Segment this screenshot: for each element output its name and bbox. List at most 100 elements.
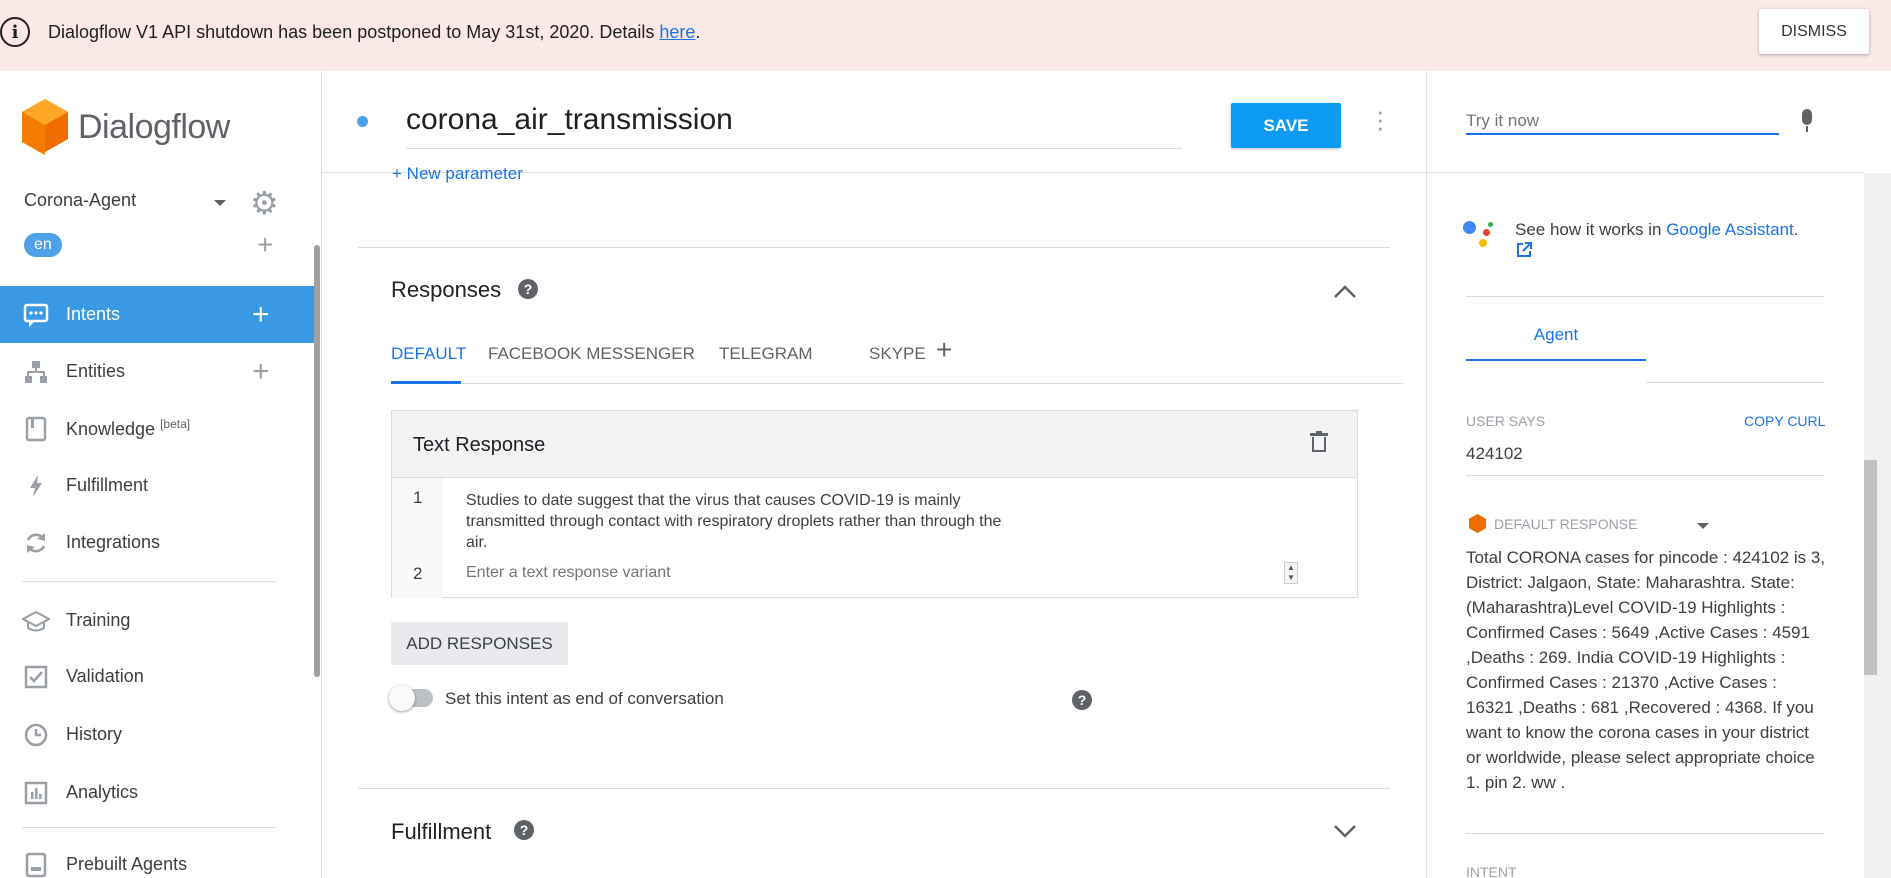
chat-icon bbox=[22, 301, 50, 329]
dialogflow-small-icon bbox=[1469, 514, 1486, 533]
intent-name-field[interactable]: corona_air_transmission bbox=[406, 103, 1182, 149]
agent-name: Corona-Agent bbox=[24, 190, 137, 210]
chevron-down-icon[interactable] bbox=[1332, 819, 1358, 845]
agent-selector[interactable]: Corona-Agent ⚙ bbox=[24, 185, 284, 221]
sidebar-item-knowledge[interactable]: Knowledge [beta] bbox=[0, 400, 315, 457]
intent-header: corona_air_transmission SAVE · · · bbox=[322, 71, 1426, 173]
scrollbar-thumb[interactable] bbox=[1864, 460, 1877, 675]
tab-underline-rest bbox=[1646, 382, 1824, 383]
sidebar-item-intents[interactable]: Intents + bbox=[0, 286, 315, 343]
fulfillment-title: Fulfillment bbox=[391, 819, 492, 844]
save-button[interactable]: SAVE bbox=[1231, 103, 1341, 148]
user-says-value: 424102 bbox=[1466, 444, 1523, 463]
sidebar-item-prebuilt-agents[interactable]: Prebuilt Agents bbox=[0, 836, 315, 878]
add-platform-icon[interactable]: + bbox=[936, 334, 952, 366]
tab-telegram[interactable]: TELEGRAM bbox=[719, 338, 813, 384]
sidebar-item-integrations[interactable]: Integrations bbox=[0, 514, 315, 571]
text-response-header: Text Response bbox=[392, 411, 1357, 478]
refresh-icon bbox=[22, 529, 50, 557]
copy-curl-link[interactable]: COPY CURL bbox=[1744, 413, 1825, 429]
info-icon: i bbox=[0, 17, 30, 47]
chevron-down-icon[interactable] bbox=[1697, 523, 1709, 529]
default-response-label: DEFAULT RESPONSE bbox=[1494, 516, 1638, 532]
default-response-text: Total CORONA cases for pincode : 424102 … bbox=[1466, 548, 1826, 792]
chevron-up-icon[interactable] bbox=[1332, 279, 1358, 305]
response-tabs: DEFAULT FACEBOOK MESSENGER TELEGRAM SKYP… bbox=[391, 334, 1403, 384]
resize-spinner[interactable]: ▲ ▼ bbox=[1284, 562, 1298, 584]
sidebar-item-label: History bbox=[66, 724, 123, 744]
beta-tag: [beta] bbox=[160, 417, 191, 431]
sidebar-item-label: Fulfillment bbox=[66, 475, 149, 495]
dialogflow-logo-icon bbox=[22, 99, 68, 155]
panel-divider bbox=[1466, 833, 1824, 834]
book-icon bbox=[22, 415, 50, 443]
language-pill[interactable]: en bbox=[24, 233, 62, 257]
sidebar-item-label: Prebuilt Agents bbox=[66, 854, 188, 874]
external-link-icon[interactable] bbox=[1515, 242, 1533, 263]
new-parameter-label: New parameter bbox=[406, 164, 523, 183]
help-icon[interactable]: ? bbox=[1072, 690, 1092, 710]
sidebar-item-fulfillment[interactable]: Fulfillment bbox=[0, 457, 315, 514]
banner-text: Dialogflow V1 API shutdown has been post… bbox=[48, 22, 660, 42]
page-scrollbar[interactable] bbox=[1864, 173, 1891, 878]
response-variant-input[interactable] bbox=[466, 564, 1306, 582]
chevron-down-icon[interactable] bbox=[214, 200, 226, 206]
toggle-knob bbox=[389, 685, 415, 711]
help-icon[interactable]: ? bbox=[514, 820, 534, 840]
gear-icon[interactable]: ⚙ bbox=[250, 184, 279, 222]
response-variant-1[interactable]: Studies to date suggest that the virus t… bbox=[466, 490, 1006, 553]
sidebar-item-training[interactable]: Training bbox=[0, 592, 315, 649]
add-responses-button[interactable]: ADD RESPONSES bbox=[391, 622, 568, 665]
add-entity-icon[interactable]: + bbox=[252, 355, 270, 389]
add-language-icon[interactable]: + bbox=[257, 229, 273, 261]
graduation-icon bbox=[22, 607, 50, 635]
microphone-icon[interactable] bbox=[1800, 109, 1814, 133]
sidebar-scrollbar[interactable] bbox=[314, 245, 320, 677]
scrollbar-header-gap bbox=[1864, 71, 1891, 173]
ga-period: . bbox=[1793, 220, 1799, 239]
more-vert-icon[interactable]: · · · bbox=[1376, 98, 1385, 140]
status-dot bbox=[357, 116, 368, 127]
panel-divider bbox=[1466, 475, 1824, 476]
language-row: en + bbox=[24, 229, 284, 263]
prebuilt-icon bbox=[22, 851, 50, 878]
dismiss-button[interactable]: DISMISS bbox=[1759, 9, 1869, 54]
clock-icon bbox=[22, 721, 50, 749]
bar-chart-icon bbox=[22, 779, 50, 807]
sidebar: Dialogflow Corona-Agent ⚙ en + Intents +… bbox=[0, 71, 322, 878]
help-icon[interactable]: ? bbox=[518, 279, 538, 299]
entity-icon bbox=[22, 358, 50, 386]
banner-details-link[interactable]: here bbox=[659, 22, 695, 42]
sidebar-divider bbox=[22, 581, 276, 582]
row-number: 2 bbox=[413, 564, 423, 583]
test-console: See how it works in Google Assistant. Ag… bbox=[1426, 71, 1891, 878]
text-response-title: Text Response bbox=[413, 434, 546, 456]
sidebar-divider bbox=[22, 827, 276, 828]
ga-text-prefix: See how it works in bbox=[1515, 220, 1667, 239]
dialogflow-logo[interactable]: Dialogflow bbox=[22, 99, 230, 155]
try-it-now-input[interactable] bbox=[1466, 109, 1779, 135]
sidebar-item-label: Training bbox=[66, 610, 131, 630]
knowledge-label: Knowledge bbox=[66, 419, 156, 439]
panel-divider bbox=[1466, 296, 1824, 297]
banner-period: . bbox=[695, 22, 701, 42]
sidebar-item-label: Validation bbox=[66, 666, 144, 686]
sidebar-item-history[interactable]: History bbox=[0, 706, 315, 763]
end-conversation-toggle[interactable] bbox=[389, 685, 433, 711]
bolt-icon bbox=[22, 472, 50, 500]
add-intent-icon[interactable]: + bbox=[252, 298, 270, 332]
tab-agent[interactable]: Agent bbox=[1466, 325, 1646, 361]
sidebar-item-entities[interactable]: Entities + bbox=[0, 343, 315, 400]
sidebar-item-label: Knowledge [beta] bbox=[66, 417, 190, 440]
tab-default[interactable]: DEFAULT bbox=[391, 338, 466, 384]
row-number: 1 bbox=[413, 488, 423, 507]
sidebar-item-validation[interactable]: Validation bbox=[0, 648, 315, 705]
sidebar-item-analytics[interactable]: Analytics bbox=[0, 764, 315, 821]
tab-facebook-messenger[interactable]: FACEBOOK MESSENGER bbox=[488, 338, 695, 384]
new-parameter-link[interactable]: + New parameter bbox=[392, 164, 523, 184]
google-assistant-text: See how it works in Google Assistant. bbox=[1515, 218, 1835, 265]
trash-icon[interactable] bbox=[1310, 431, 1328, 453]
google-assistant-link[interactable]: Google Assistant bbox=[1666, 220, 1794, 239]
tab-skype[interactable]: SKYPE bbox=[869, 338, 926, 384]
section-divider bbox=[358, 788, 1390, 789]
